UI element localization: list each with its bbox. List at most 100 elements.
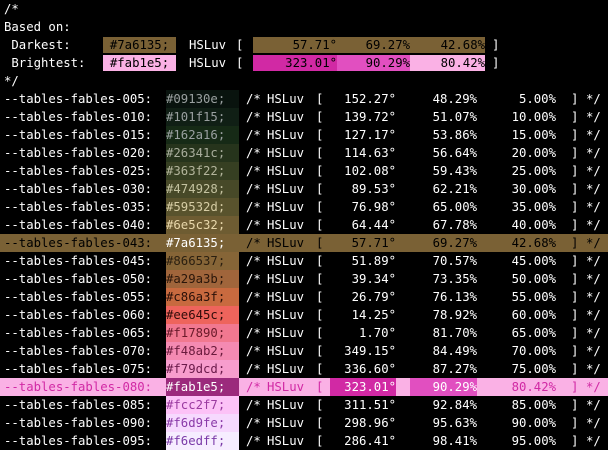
- bracket-close: ]: [571, 416, 579, 430]
- brightest-saturation-value: 90.29%: [337, 55, 410, 71]
- token-name: --tables-fables-035:: [4, 200, 153, 214]
- saturation-value: 78.92%: [432, 308, 477, 322]
- hue-value: 102.08°: [344, 164, 396, 178]
- hue-value: 26.79°: [351, 290, 396, 304]
- lightness-value: 80.42%: [490, 378, 556, 396]
- token-name: --tables-fables-080:: [4, 380, 153, 394]
- comment-open-line: /*: [0, 0, 608, 18]
- comment-close: */: [586, 434, 601, 448]
- hue-value: 349.15°: [344, 344, 396, 358]
- token-hex-swatch: #fab1e5;: [166, 378, 239, 396]
- hue-value: 311.51°: [344, 398, 396, 412]
- token-name: --tables-fables-020:: [4, 146, 153, 160]
- token-row: --tables-fables-045: #866537; /* HSLuv [51.8…: [0, 252, 608, 270]
- hue-value: 14.25°: [351, 308, 396, 322]
- saturation-value: 65.00%: [432, 200, 477, 214]
- bracket-open: [: [316, 434, 324, 448]
- space-label: HSLuv: [267, 254, 305, 268]
- token-name: --tables-fables-095:: [4, 434, 153, 448]
- token-hex-swatch: #f48ab2;: [166, 342, 239, 360]
- saturation-value: 87.27%: [432, 362, 477, 376]
- space-label: HSLuv: [267, 182, 305, 196]
- comment-open: /*: [246, 92, 261, 106]
- lightness-value: 90.00%: [511, 416, 556, 430]
- bracket-close: ]: [571, 290, 579, 304]
- brightest-line: Brightest: #fab1e5; HSLuv [ 323.01° 90.2…: [0, 54, 608, 72]
- token-row: --tables-fables-025: #363f22; /* HSLuv [102.…: [0, 162, 608, 180]
- lightness-value: 25.00%: [511, 164, 556, 178]
- based-on-line: Based on:: [0, 18, 608, 36]
- lightness-value: 10.00%: [511, 110, 556, 124]
- bracket-open: [: [316, 416, 324, 430]
- token-hex-swatch: #59532d;: [166, 198, 239, 216]
- hue-value: 286.41°: [344, 434, 396, 448]
- token-name: --tables-fables-085:: [4, 398, 153, 412]
- bracket-close: ]: [571, 380, 579, 394]
- brightest-bracket-close: ]: [492, 56, 500, 70]
- saturation-value: 59.43%: [432, 164, 477, 178]
- comment-close: */: [586, 182, 601, 196]
- space-label: HSLuv: [267, 434, 305, 448]
- comment-close: */: [586, 92, 601, 106]
- comment-open: /*: [246, 290, 261, 304]
- lightness-value: 65.00%: [511, 326, 556, 340]
- bracket-close: ]: [571, 128, 579, 142]
- token-hex-swatch: #09130e;: [166, 90, 239, 108]
- bracket-open: [: [316, 272, 324, 286]
- token-row: --tables-fables-065: #f17890; /* HSLuv [1.70…: [0, 324, 608, 342]
- token-row: --tables-fables-015: #162a16; /* HSLuv [127.…: [0, 126, 608, 144]
- lightness-value: 15.00%: [511, 128, 556, 142]
- space-label: HSLuv: [267, 362, 305, 376]
- space-label: HSLuv: [267, 380, 305, 394]
- hue-value: 323.01°: [330, 378, 396, 396]
- token-hex-swatch: #c86a3f;: [166, 288, 239, 306]
- bracket-open: [: [316, 326, 324, 340]
- comment-open: /*: [246, 110, 261, 124]
- comment-close: */: [586, 398, 601, 412]
- token-hex-swatch: #6e5c32;: [166, 216, 239, 234]
- comment-open: /*: [246, 236, 261, 250]
- comment-open: /*: [246, 272, 261, 286]
- brightest-label: Brightest:: [4, 56, 86, 70]
- comment-open: /*: [246, 344, 261, 358]
- comment-close: */: [586, 308, 601, 322]
- bracket-open: [: [316, 398, 324, 412]
- token-name: --tables-fables-030:: [4, 182, 153, 196]
- comment-close: */: [4, 74, 19, 88]
- hue-value: 139.72°: [344, 110, 396, 124]
- bracket-open: [: [316, 110, 324, 124]
- saturation-value: 90.29%: [410, 378, 477, 396]
- bracket-close: ]: [571, 200, 579, 214]
- space-label: HSLuv: [267, 344, 305, 358]
- darkest-hex-swatch: #7a6135;: [103, 37, 176, 53]
- bracket-close: ]: [571, 254, 579, 268]
- space-label: HSLuv: [267, 146, 305, 160]
- lightness-value: 75.00%: [511, 362, 556, 376]
- bracket-open: [: [316, 362, 324, 376]
- bracket-close: ]: [571, 308, 579, 322]
- comment-open: /*: [246, 434, 261, 448]
- bracket-open: [: [316, 164, 324, 178]
- bracket-open: [: [316, 308, 324, 322]
- lightness-value: 5.00%: [518, 92, 556, 106]
- bracket-close: ]: [571, 146, 579, 160]
- token-name: --tables-fables-045:: [4, 254, 153, 268]
- comment-close: */: [586, 200, 601, 214]
- token-row: --tables-fables-035: #59532d; /* HSLuv [76.9…: [0, 198, 608, 216]
- hue-value: 152.27°: [344, 92, 396, 106]
- brightest-hue-value: 323.01°: [253, 55, 337, 71]
- token-hex-swatch: #f79dcd;: [166, 360, 239, 378]
- comment-open: /*: [246, 200, 261, 214]
- comment-open: /*: [246, 128, 261, 142]
- token-row: --tables-fables-005: #09130e; /* HSLuv [152.…: [0, 90, 608, 108]
- saturation-value: 53.86%: [432, 128, 477, 142]
- hue-value: 51.89°: [351, 254, 396, 268]
- comment-open: /*: [246, 146, 261, 160]
- token-name: --tables-fables-060:: [4, 308, 153, 322]
- space-label: HSLuv: [267, 326, 305, 340]
- token-hex-swatch: #363f22;: [166, 162, 239, 180]
- space-label: HSLuv: [267, 398, 305, 412]
- brightest-hex-swatch: #fab1e5;: [103, 55, 176, 71]
- darkest-space-label: HSLuv: [189, 38, 227, 52]
- comment-close: */: [586, 272, 601, 286]
